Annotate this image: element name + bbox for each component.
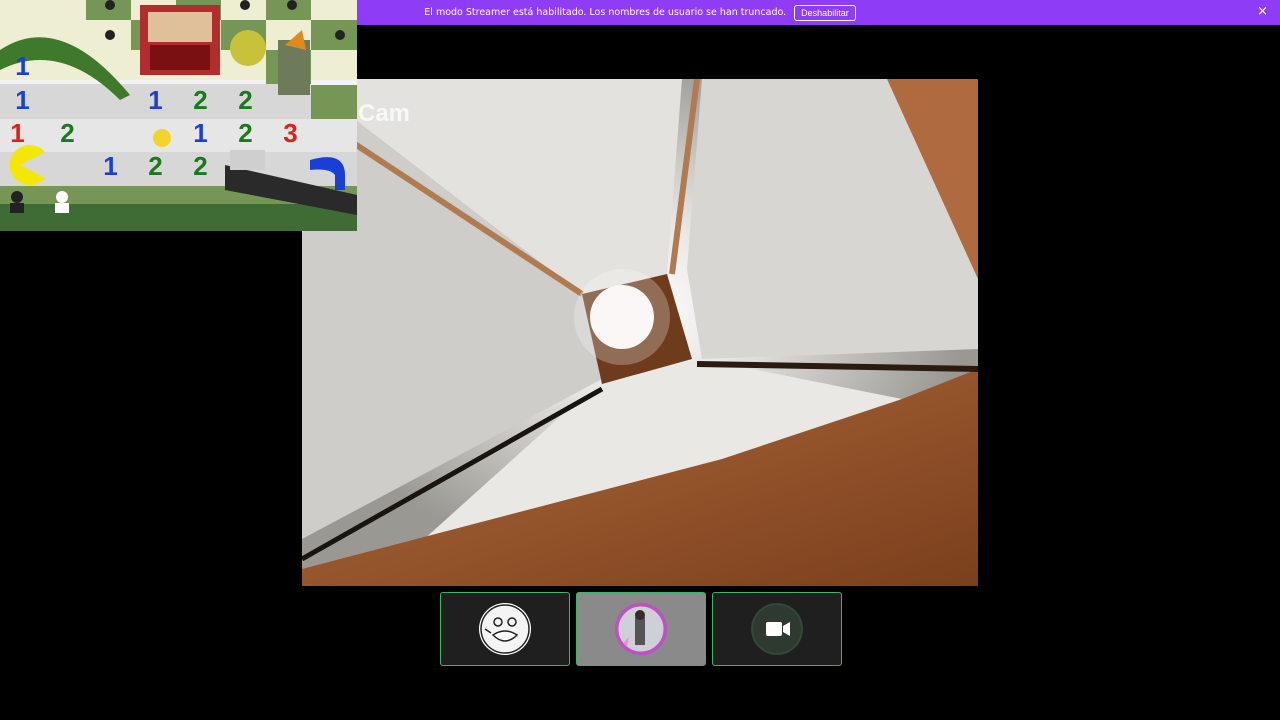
minesweeper-number: 2	[193, 151, 208, 181]
minesweeper-number: 1	[15, 51, 30, 81]
camera-label: Cam	[358, 100, 411, 127]
minesweeper-number: 2	[238, 85, 253, 115]
rage-face-avatar	[479, 603, 531, 655]
minesweeper-number: 2	[148, 151, 163, 181]
participant-tile-3[interactable]	[712, 592, 842, 666]
main-video-stream[interactable]	[302, 79, 978, 586]
minesweeper-number: 1	[103, 151, 118, 181]
minesweeper-number: 1	[193, 118, 208, 148]
banner-message: El modo Streamer está habilitado. Los no…	[424, 7, 787, 18]
minesweeper-number: 1	[10, 118, 25, 148]
minesweeper-number: 1	[15, 85, 30, 115]
game-collage-overlay[interactable]: 1 1 1 2 2 1 2 1 2 3 1 2 2	[0, 0, 357, 231]
camera-icon	[753, 605, 801, 653]
minesweeper-number: 2	[238, 118, 253, 148]
photo-avatar	[615, 603, 667, 655]
minesweeper-number: 1	[148, 85, 163, 115]
participant-tile-1[interactable]	[440, 592, 570, 666]
minesweeper-number: 2	[60, 118, 75, 148]
close-icon[interactable]: ×	[1257, 4, 1268, 19]
participant-strip	[440, 592, 842, 666]
disable-streamer-mode-button[interactable]: Deshabilitar	[794, 4, 856, 21]
camera-avatar	[751, 603, 803, 655]
participant-tile-2[interactable]	[576, 592, 706, 666]
room-ceiling-video-frame	[302, 79, 978, 586]
minesweeper-number: 2	[193, 85, 208, 115]
minesweeper-number: 3	[283, 118, 298, 148]
